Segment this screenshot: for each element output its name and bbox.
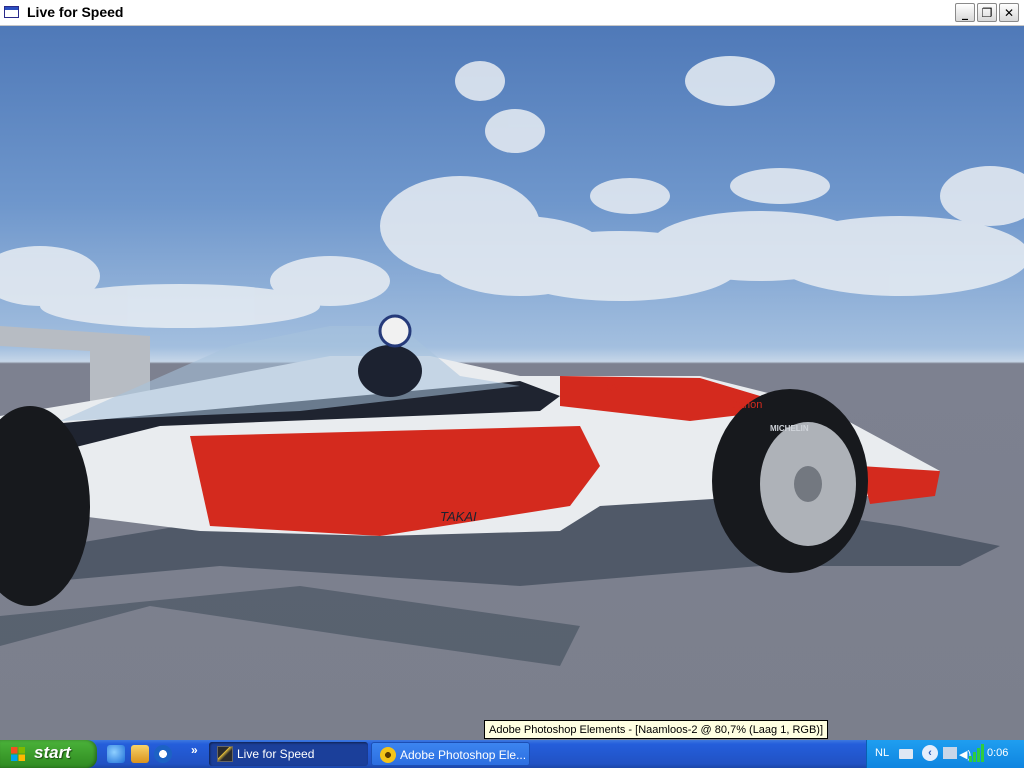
taskbar: start » Live for Speed Adobe Photoshop E… <box>0 740 1024 768</box>
race-car-scene: OZ Canon TAKAI MICHELIN <box>0 56 1024 666</box>
game-viewport[interactable]: OZ Canon TAKAI MICHELIN <box>0 26 1024 740</box>
close-button[interactable]: ✕ <box>999 3 1019 22</box>
minimize-icon: _ <box>962 6 968 20</box>
network-icon[interactable] <box>943 747 957 759</box>
system-tray: NL ‹ ◀) 0:06 <box>866 740 1024 768</box>
media-player-icon[interactable] <box>154 745 172 763</box>
minimize-button[interactable]: _ <box>955 3 975 22</box>
start-button[interactable]: start <box>0 740 97 768</box>
photoshop-elements-icon <box>380 747 396 763</box>
decal-tire: MICHELIN <box>770 424 809 433</box>
language-indicator[interactable]: NL <box>875 747 889 759</box>
quicklaunch-more-icon[interactable]: » <box>191 743 198 757</box>
sky-clouds <box>0 56 1024 328</box>
driver-helmet <box>358 345 422 397</box>
taskbar-tooltip: Adobe Photoshop Elements - [Naamloos-2 @… <box>484 720 829 739</box>
restore-button[interactable]: ❐ <box>977 3 997 22</box>
taskbar-item-photoshop-elements[interactable]: Adobe Photoshop Ele... <box>371 742 530 766</box>
clock[interactable]: 0:06 <box>987 747 1008 759</box>
close-icon: ✕ <box>1003 6 1015 20</box>
signal-strength-icon[interactable] <box>968 744 984 762</box>
decal-sponsor: Canon <box>730 399 762 411</box>
window-title-bar[interactable]: Live for Speed _ ❐ ✕ <box>0 0 1024 26</box>
windows-flag-icon <box>11 747 25 761</box>
start-label: start <box>34 743 71 762</box>
decal-driver: TAKAI <box>440 509 477 524</box>
taskbar-item-label: Live for Speed <box>237 747 315 761</box>
show-hidden-icons-button[interactable]: ‹ <box>922 745 938 761</box>
show-desktop-icon[interactable] <box>131 745 149 763</box>
keyboard-icon[interactable] <box>899 749 913 759</box>
decal-brand: OZ <box>605 382 621 394</box>
lfs-icon <box>217 746 233 762</box>
internet-explorer-icon[interactable] <box>107 745 125 763</box>
front-wheel <box>712 389 868 573</box>
restore-icon: ❐ <box>981 6 993 20</box>
window-title: Live for Speed <box>27 4 124 20</box>
taskbar-item-label: Adobe Photoshop Ele... <box>400 748 527 762</box>
taskbar-item-live-for-speed[interactable]: Live for Speed <box>209 742 368 766</box>
app-window-icon[interactable] <box>4 6 19 18</box>
